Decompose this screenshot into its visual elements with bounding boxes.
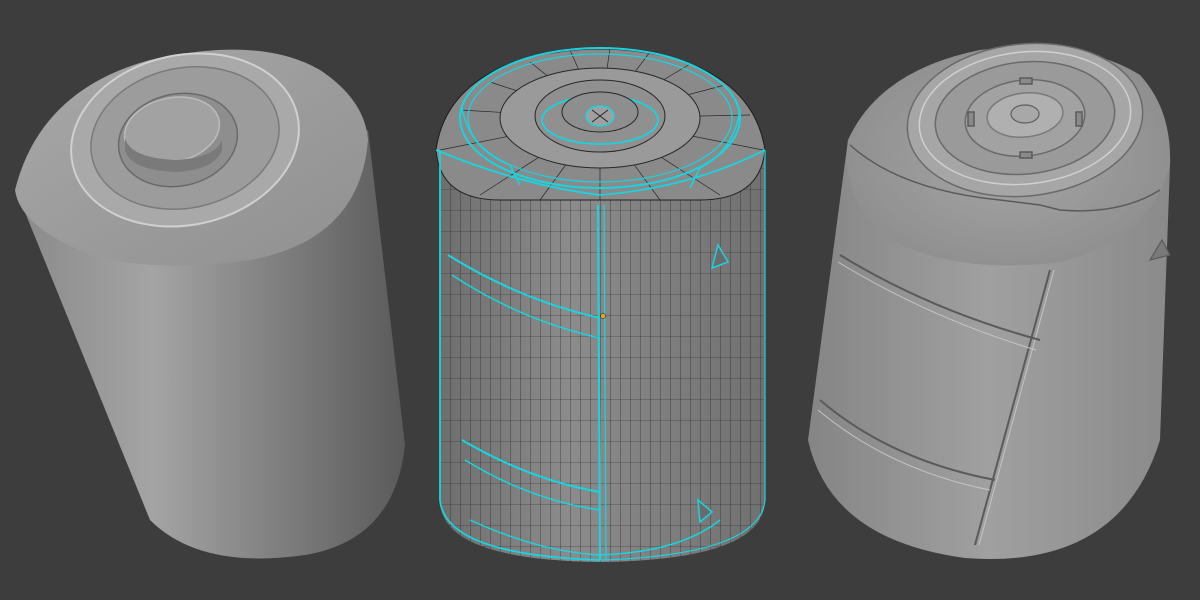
can-left[interactable]: [15, 33, 405, 559]
can-right[interactable]: [808, 32, 1171, 560]
3d-viewport[interactable]: [0, 0, 1200, 600]
can-middle[interactable]: [435, 47, 770, 570]
can-right-center-button: [1010, 104, 1040, 124]
object-origin-dot[interactable]: [600, 313, 606, 319]
viewport-canvas[interactable]: [0, 0, 1200, 600]
